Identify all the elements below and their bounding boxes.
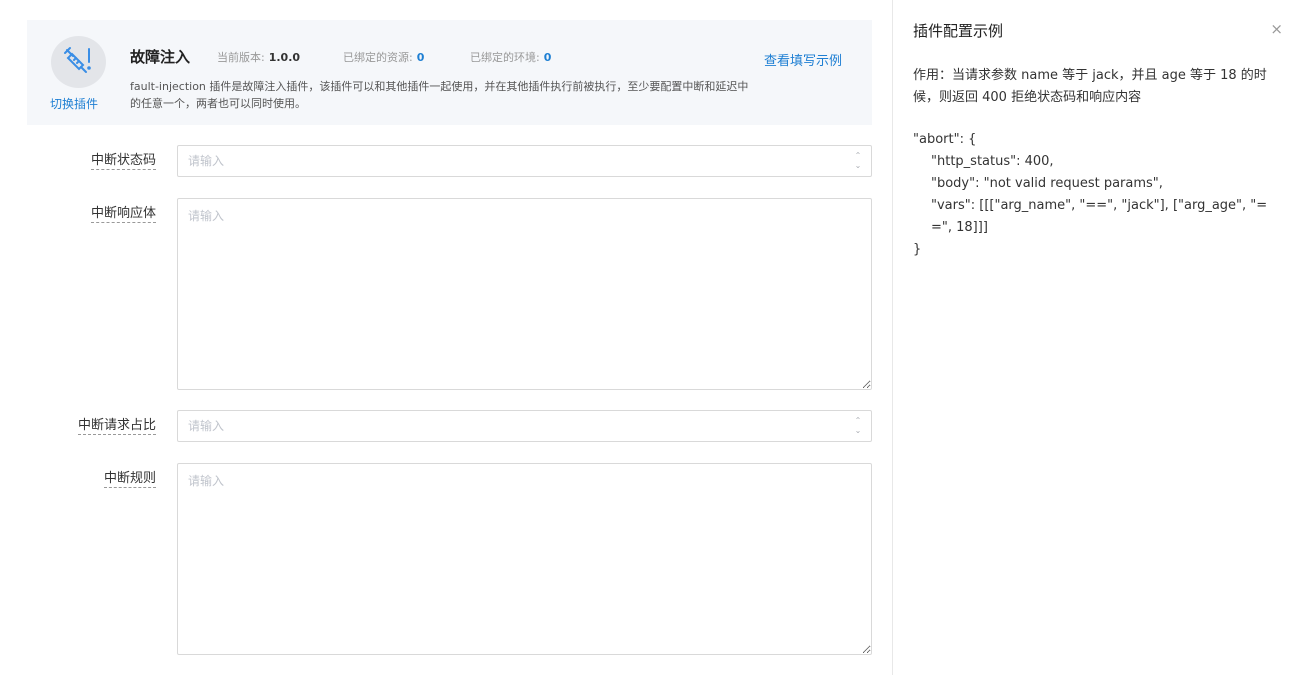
code-line: } — [913, 242, 922, 257]
abort-status-field: ⌃ ⌄ — [177, 145, 872, 177]
close-icon[interactable]: × — [1270, 22, 1283, 37]
number-stepper-icon[interactable]: ⌃ ⌄ — [853, 151, 863, 171]
syringe-icon — [64, 47, 91, 73]
example-panel: 插件配置示例 × 作用：当请求参数 name 等于 jack，并且 age 等于… — [893, 0, 1296, 675]
plugin-description: fault-injection 插件是故障注入插件，该插件可以和其他插件一起使用… — [130, 80, 749, 110]
plugin-logo — [51, 36, 106, 88]
decrement-icon[interactable]: ⌄ — [853, 161, 863, 171]
abort-percentage-label: 中断请求占比 — [77, 418, 156, 435]
version-label: 当前版本: — [217, 51, 265, 64]
abort-rules-textarea[interactable] — [177, 463, 872, 655]
abort-body-textarea[interactable] — [177, 198, 872, 390]
bound-environments: 已绑定的环境: 0 — [470, 49, 551, 65]
bound-resources: 已绑定的资源: 0 — [343, 49, 424, 65]
env-label: 已绑定的环境: — [470, 51, 540, 64]
resources-label: 已绑定的资源: — [343, 51, 413, 64]
code-line: "vars": [[["arg_name", "==", "jack"], ["… — [931, 198, 1268, 235]
abort-rules-label: 中断规则 — [103, 471, 156, 488]
abort-status-input[interactable] — [178, 146, 871, 176]
abort-percentage-input[interactable] — [178, 411, 871, 441]
current-version: 当前版本: 1.0.0 — [217, 49, 300, 65]
decrement-icon[interactable]: ⌄ — [853, 426, 863, 436]
view-example-link[interactable]: 查看填写示例 — [764, 50, 842, 69]
plugin-config-form-area: 切换插件 故障注入 当前版本: 1.0.0 已绑定的资源: 0 已绑定的环境: 0 查… — [0, 0, 893, 675]
version-value: 1.0.0 — [268, 51, 301, 64]
resources-count[interactable]: 0 — [417, 51, 425, 64]
abort-status-label: 中断状态码 — [90, 153, 156, 170]
panel-description: 作用：当请求参数 name 等于 jack，并且 age 等于 18 的时候，则… — [913, 68, 1267, 105]
code-line: "abort": { — [913, 132, 977, 147]
code-line: "body": "not valid request params", — [931, 176, 1163, 191]
number-stepper-icon[interactable]: ⌃ ⌄ — [853, 416, 863, 436]
increment-icon[interactable]: ⌃ — [853, 151, 863, 161]
increment-icon[interactable]: ⌃ — [853, 416, 863, 426]
example-code: "abort": { "http_status": 400, "body": "… — [913, 129, 1282, 261]
code-line: "http_status": 400, — [931, 154, 1054, 169]
plugin-header-card: 切换插件 故障注入 当前版本: 1.0.0 已绑定的资源: 0 已绑定的环境: 0 查… — [27, 20, 872, 125]
switch-plugin-link[interactable]: 切换插件 — [50, 95, 98, 112]
panel-title: 插件配置示例 — [913, 22, 1004, 40]
plugin-name: 故障注入 — [130, 48, 191, 66]
abort-percentage-field: ⌃ ⌄ — [177, 410, 872, 442]
env-count[interactable]: 0 — [544, 51, 552, 64]
abort-body-label: 中断响应体 — [90, 206, 156, 223]
code-line-vars: "vars": [[["arg_name", "==", "jack"], ["… — [913, 195, 1282, 239]
